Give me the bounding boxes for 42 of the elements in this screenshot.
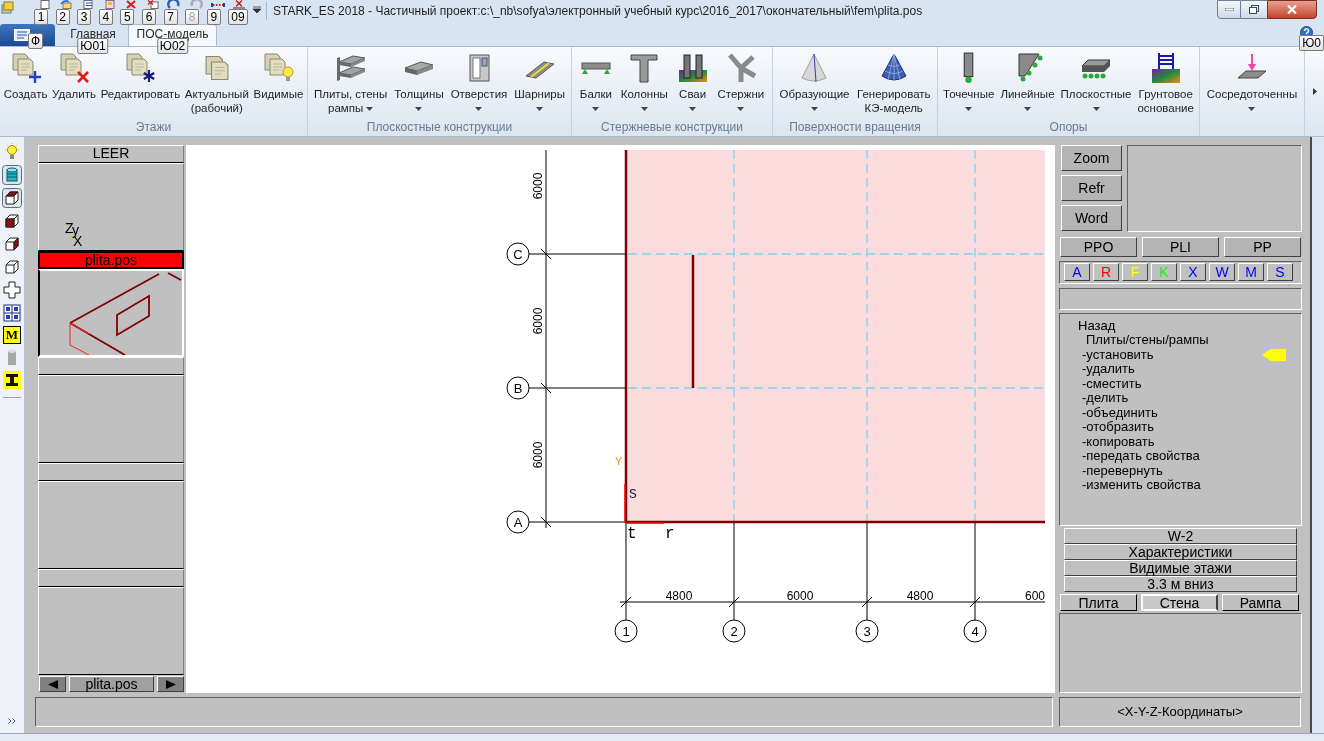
keytip-tooltip: 9 xyxy=(206,9,221,25)
dimension-text: 6000 xyxy=(786,589,814,603)
axis-label: t xyxy=(627,525,637,543)
keytip-tooltip: 6 xyxy=(141,9,156,25)
group-label: Опоры xyxy=(1048,120,1089,136)
axis-bubble: 1 xyxy=(614,619,638,643)
axis-bubble: 4 xyxy=(963,619,987,643)
keytip-tooltip: 8 xyxy=(185,9,200,25)
dimension-text: 6000 xyxy=(531,307,545,335)
axis-bubble: B xyxy=(506,376,530,400)
axis-bubble: 2 xyxy=(722,619,746,643)
dimension-text: 6000 xyxy=(531,441,545,469)
keytip-tooltip: 5 xyxy=(120,9,135,25)
coordinates-status: <X-Y-Z-Координаты> xyxy=(1059,697,1301,727)
group-label: Поверхности вращения xyxy=(788,120,922,136)
keytip-tooltip: 4 xyxy=(98,9,113,25)
layer-navigator-label: plita.pos xyxy=(69,676,154,692)
keytip-tooltip: 1 xyxy=(34,9,48,25)
dimension-text: 6000 xyxy=(531,172,545,200)
axis-bubble: A xyxy=(506,510,530,534)
group-label: Плоскостные конструкции xyxy=(365,120,514,136)
keytip-tooltip: 7 xyxy=(163,9,178,25)
axis-label: S xyxy=(629,487,637,502)
dimension-text: 4800 xyxy=(906,589,934,603)
group-label: Стержневые конструкции xyxy=(600,120,744,136)
axis-label: r xyxy=(665,525,675,543)
axis-bubble: C xyxy=(506,242,530,266)
dimension-text: 4800 xyxy=(665,589,693,603)
keytip-tooltip: Ю02 xyxy=(156,38,189,54)
axis-label: Z xyxy=(65,220,74,236)
window-title: STARK_ES 2018 - Частичный проект:c:\_nb\sofya\электронный учебный курс\2016_2017\окончательный\fem\plita.pos xyxy=(272,3,923,20)
group-label: Этажи xyxy=(134,120,173,136)
dimension-text: 600 xyxy=(1025,589,1045,603)
keytip-tooltip: Ю0 xyxy=(1299,35,1324,51)
menu-title: Плиты/стены/рампы xyxy=(1086,333,1209,348)
keytip-tooltip: 3 xyxy=(77,9,92,25)
keytip-tooltip: 09 xyxy=(228,9,248,25)
keytip-tooltip: 2 xyxy=(55,9,70,25)
keytip-tooltip: Ю01 xyxy=(77,38,109,54)
keytip-tooltip: Ф xyxy=(28,33,44,49)
axis-bubble: 3 xyxy=(855,619,879,643)
axis-label: Y xyxy=(615,455,623,467)
